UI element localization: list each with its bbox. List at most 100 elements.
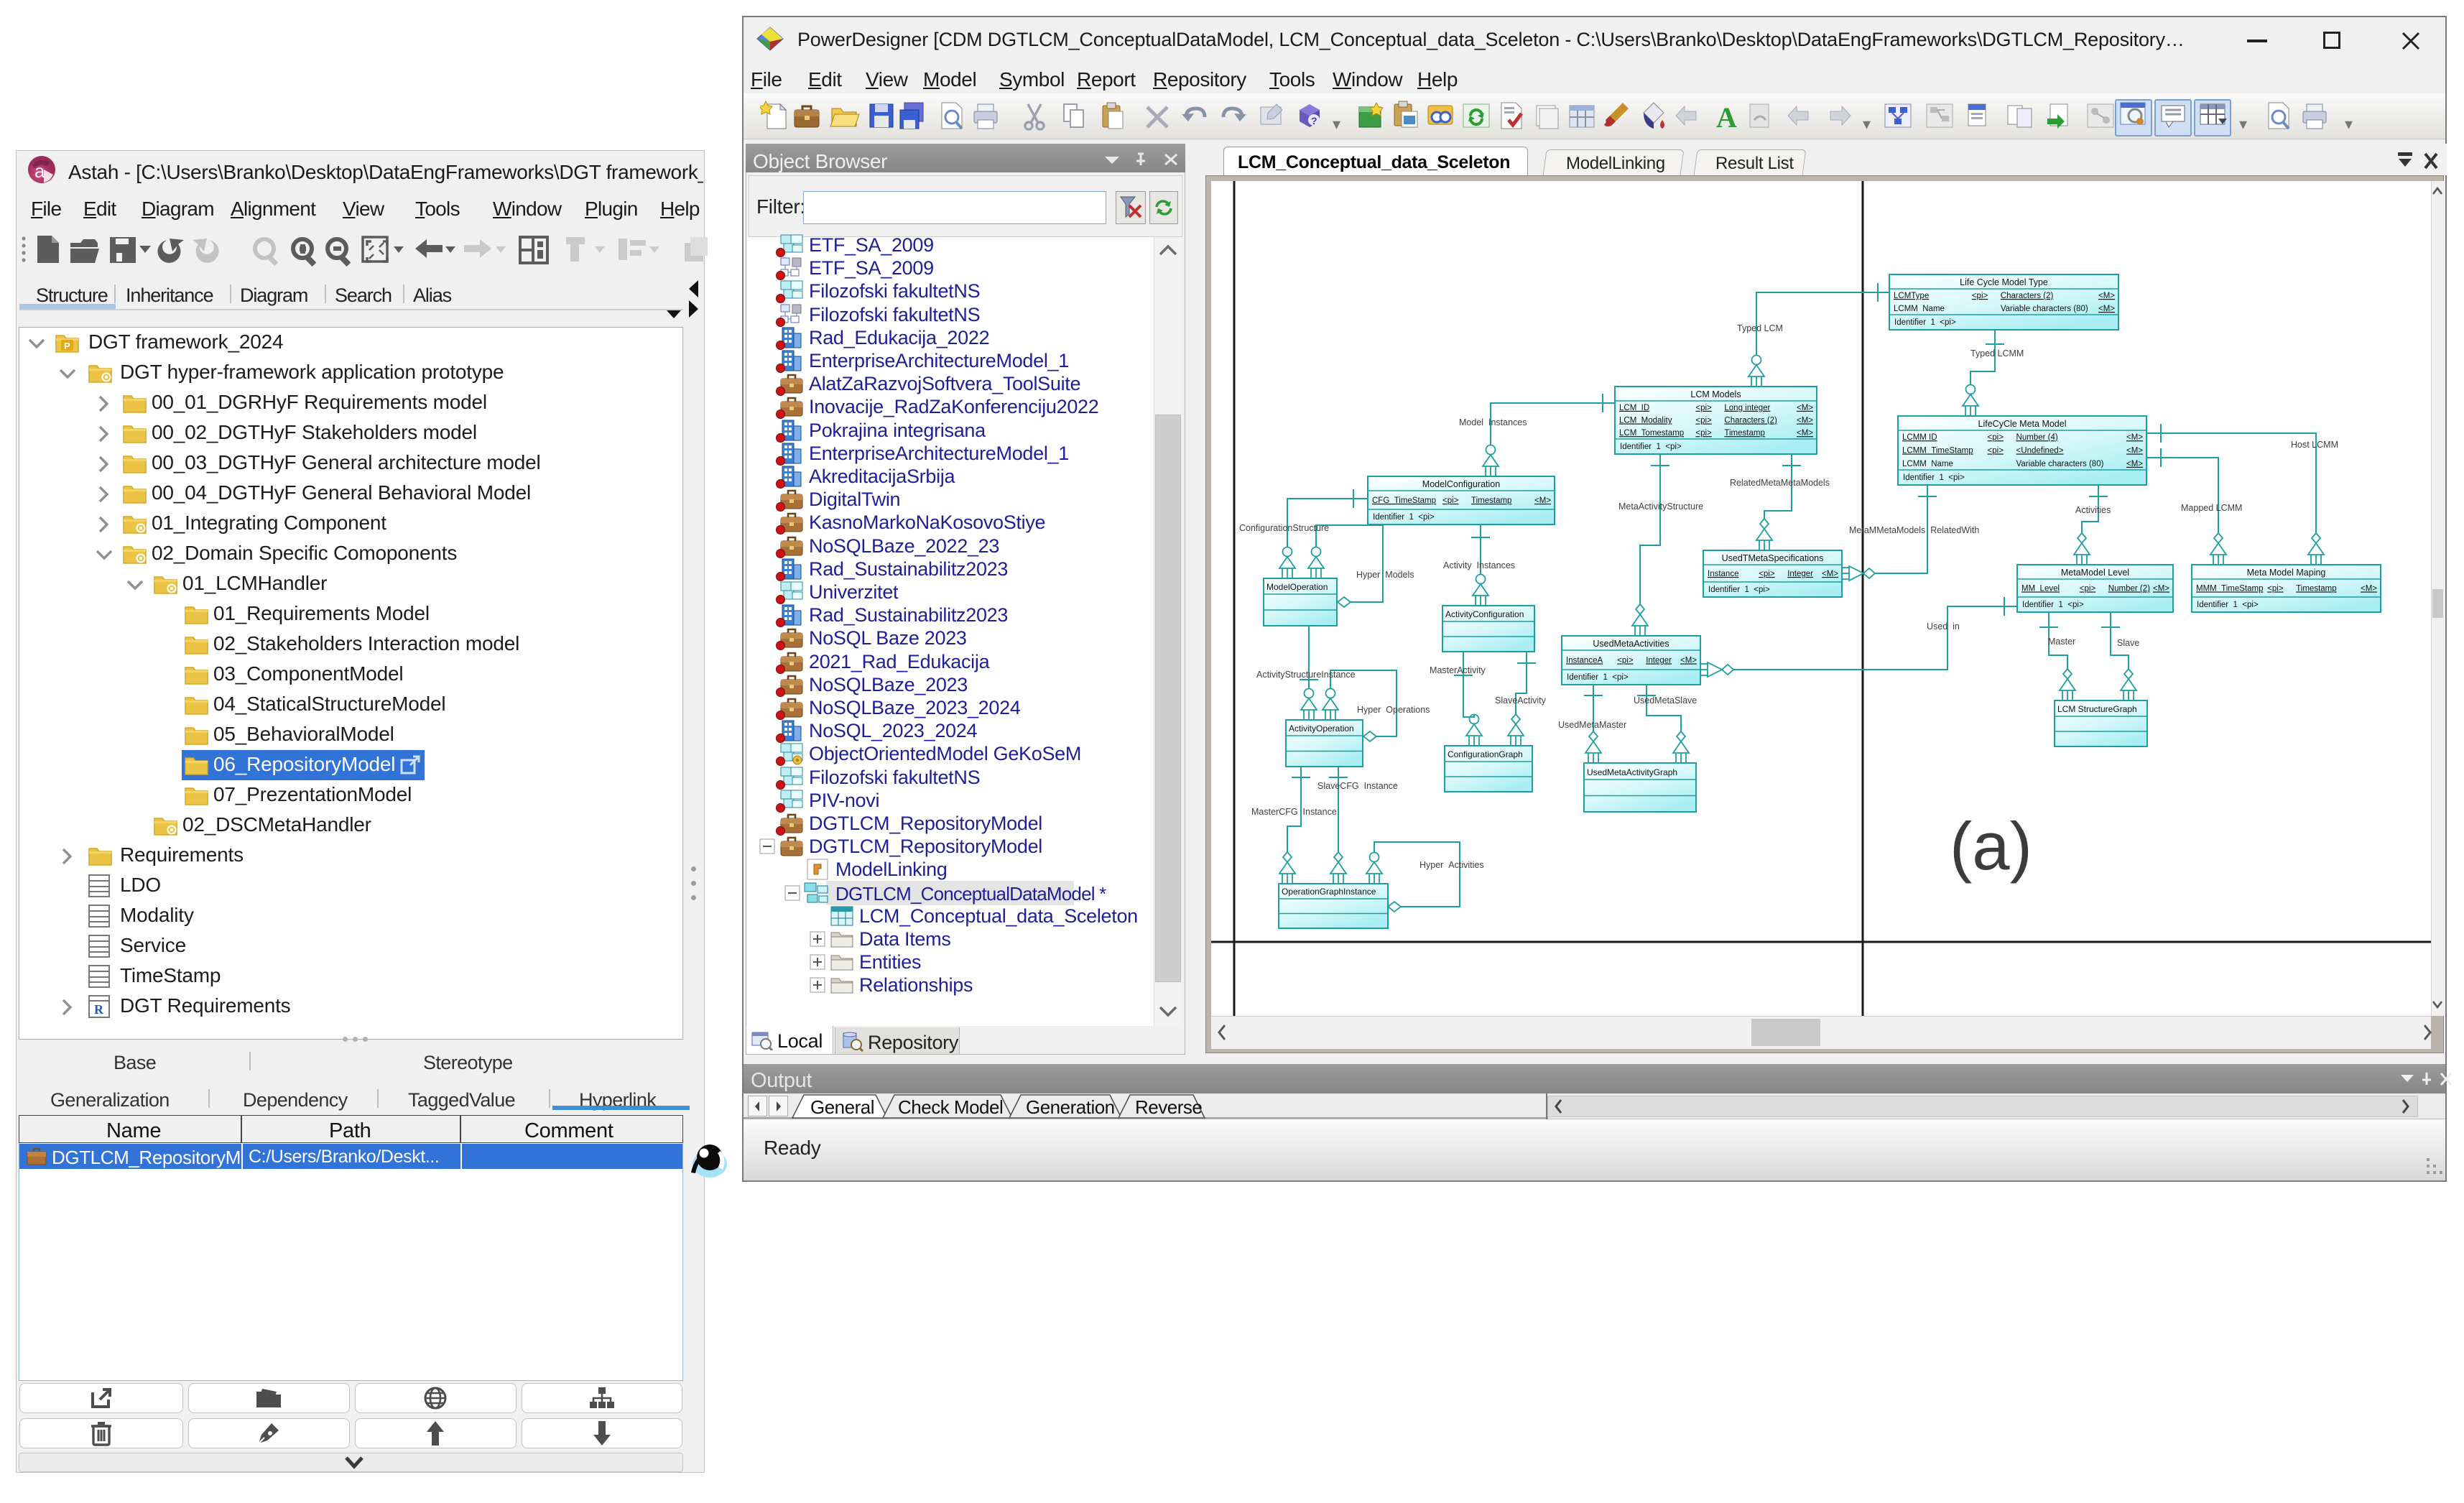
- svg-text:Identifier 1 <pi>: Identifier 1 <pi>: [1373, 513, 1435, 522]
- svg-text:ConfigurationStructure: ConfigurationStructure: [1239, 523, 1329, 533]
- svg-text:LCMType: LCMType: [1894, 292, 1929, 300]
- svg-text:Identifier 1 <pi>: Identifier 1 <pi>: [1708, 586, 1770, 594]
- svg-text:Instance: Instance: [1708, 570, 1738, 578]
- svg-text:<pi>: <pi>: [2267, 585, 2284, 593]
- svg-text:Variable characters (80): Variable characters (80): [2016, 460, 2104, 468]
- svg-text:Timestamp: Timestamp: [1471, 496, 1511, 505]
- svg-text:Activity Instances: Activity Instances: [1443, 560, 1515, 570]
- svg-text:<pi>: <pi>: [1695, 417, 1712, 425]
- svg-text:<M>: <M>: [2126, 460, 2143, 468]
- svg-text:<M>: <M>: [2361, 585, 2377, 593]
- svg-text:Identifier 1 <pi>: Identifier 1 <pi>: [1903, 473, 1965, 482]
- svg-text:Identifier 1 <pi>: Identifier 1 <pi>: [1620, 443, 1682, 451]
- svg-text:<M>: <M>: [1797, 404, 1813, 412]
- svg-text:(a): (a): [1950, 808, 2032, 884]
- svg-text:Variable characters (80): Variable characters (80): [2001, 305, 2088, 313]
- svg-text:MasterCFG Instance: MasterCFG Instance: [1251, 807, 1337, 817]
- svg-text:SlaveActivity: SlaveActivity: [1495, 695, 1547, 706]
- svg-text:<M>: <M>: [2153, 585, 2169, 593]
- svg-text:Mapped LCMM: Mapped LCMM: [2181, 503, 2242, 513]
- svg-text:ConfigurationGraph: ConfigurationGraph: [1448, 749, 1523, 759]
- svg-text:<M>: <M>: [1797, 429, 1813, 438]
- svg-text:Hyper Models: Hyper Models: [1356, 570, 1414, 580]
- svg-text:Hyper Activities: Hyper Activities: [1419, 860, 1484, 870]
- svg-text:Identifier 1 <pi>: Identifier 1 <pi>: [2022, 601, 2084, 609]
- svg-text:<M>: <M>: [1797, 417, 1813, 425]
- svg-text:Number (4): Number (4): [2016, 433, 2058, 442]
- svg-text:Timestamp: Timestamp: [2296, 585, 2336, 593]
- svg-text:MM Level: MM Level: [2021, 585, 2060, 593]
- svg-text:MetaActivityStructure: MetaActivityStructure: [1618, 501, 1703, 512]
- svg-text:MetaModel Level: MetaModel Level: [2061, 568, 2129, 578]
- svg-text:Integer: Integer: [1787, 570, 1813, 578]
- svg-text:Master: Master: [2048, 637, 2075, 647]
- svg-text:<M>: <M>: [2126, 447, 2143, 455]
- svg-text:<pi>: <pi>: [1617, 657, 1634, 665]
- svg-text:<Undefined>: <Undefined>: [2016, 447, 2064, 455]
- svg-text:<pi>: <pi>: [1695, 429, 1712, 438]
- svg-text:Integer: Integer: [1646, 657, 1672, 665]
- svg-text:<pi>: <pi>: [1988, 447, 2004, 455]
- svg-text:<M>: <M>: [2098, 292, 2115, 300]
- svg-text:Characters (2): Characters (2): [2001, 292, 2054, 300]
- svg-text:Identifier 1 <pi>: Identifier 1 <pi>: [1567, 673, 1629, 682]
- svg-text:Characters (2): Characters (2): [1724, 417, 1777, 425]
- svg-text:Long integer: Long integer: [1724, 404, 1770, 412]
- svg-text:<pi>: <pi>: [1988, 433, 2004, 442]
- svg-text:Identifier 1 <pi>: Identifier 1 <pi>: [2197, 601, 2259, 609]
- svg-text:UsedTMetaSpecifications: UsedTMetaSpecifications: [1722, 553, 1824, 563]
- svg-text:Meta Model Maping: Meta Model Maping: [2247, 568, 2326, 578]
- svg-text:Typed LCMM: Typed LCMM: [1970, 348, 2024, 359]
- svg-text:Number (2): Number (2): [2108, 585, 2150, 593]
- svg-text:Slave: Slave: [2117, 638, 2139, 648]
- svg-text:<M>: <M>: [2126, 433, 2143, 442]
- svg-text:ActivityOperation: ActivityOperation: [1289, 723, 1354, 734]
- svg-text:UsedMetaMaster: UsedMetaMaster: [1558, 720, 1626, 730]
- svg-text:<pi>: <pi>: [2080, 585, 2096, 593]
- svg-text:Timestamp: Timestamp: [1724, 429, 1764, 438]
- svg-text:ModelOperation: ModelOperation: [1266, 582, 1328, 592]
- svg-text:LCM ID: LCM ID: [1619, 404, 1649, 412]
- svg-text:R: R: [94, 1002, 104, 1017]
- svg-text:Hyper Operations: Hyper Operations: [1357, 705, 1430, 715]
- svg-text:LCMM TimeStamp: LCMM TimeStamp: [1902, 447, 1973, 455]
- svg-text:Host LCMM: Host LCMM: [2291, 440, 2338, 450]
- svg-text:CFG TimeStamp: CFG TimeStamp: [1372, 496, 1436, 505]
- svg-text:MetaMMetaModels RelatedWith: MetaMMetaModels RelatedWith: [1849, 525, 1979, 535]
- svg-text:LCMM Name: LCMM Name: [1902, 460, 1953, 468]
- svg-text:LCMM ID: LCMM ID: [1902, 433, 1937, 442]
- svg-text:LCM Models: LCM Models: [1690, 389, 1741, 399]
- svg-text:Model Instances: Model Instances: [1459, 417, 1527, 427]
- svg-text:Activities: Activities: [2075, 505, 2111, 515]
- svg-text:ActivityStructureInstance: ActivityStructureInstance: [1256, 670, 1356, 680]
- svg-text:LCM Modality: LCM Modality: [1619, 417, 1672, 425]
- svg-text:Identifier 1 <pi>: Identifier 1 <pi>: [1894, 318, 1956, 327]
- svg-text:<pi>: <pi>: [1442, 496, 1459, 505]
- svg-text:LifeCyCle Meta Model: LifeCyCle Meta Model: [1978, 419, 2067, 429]
- svg-text:SlaveCFG Instance: SlaveCFG Instance: [1317, 781, 1398, 791]
- svg-text:ModelConfiguration: ModelConfiguration: [1422, 479, 1500, 489]
- svg-text:<M>: <M>: [1680, 657, 1697, 665]
- svg-text:<pi>: <pi>: [1972, 292, 1988, 300]
- svg-text:LCM StructureGraph: LCM StructureGraph: [2057, 704, 2137, 714]
- svg-text:a: a: [34, 160, 45, 182]
- svg-text:<M>: <M>: [1534, 496, 1551, 505]
- svg-text:P: P: [64, 341, 70, 351]
- svg-text:<pi>: <pi>: [1695, 404, 1712, 412]
- svg-text:OperationGraphInstance: OperationGraphInstance: [1282, 887, 1376, 897]
- svg-text:Life Cycle Model Type: Life Cycle Model Type: [1960, 277, 2048, 287]
- svg-text:MasterActivity: MasterActivity: [1430, 665, 1486, 675]
- svg-text:?: ?: [1311, 115, 1317, 126]
- svg-text:ActivityConfiguration: ActivityConfiguration: [1445, 609, 1524, 619]
- svg-text:<M>: <M>: [1822, 570, 1838, 578]
- svg-text:MMM TimeStamp: MMM TimeStamp: [2196, 585, 2264, 593]
- svg-text:Used in: Used in: [1927, 621, 1960, 632]
- svg-text:RelatedMetaMetaModels: RelatedMetaMetaModels: [1730, 478, 1830, 488]
- svg-text:LCMM Name: LCMM Name: [1894, 305, 1945, 313]
- svg-text:Typed LCM: Typed LCM: [1737, 323, 1783, 333]
- svg-text:UsedMetaActivityGraph: UsedMetaActivityGraph: [1587, 767, 1677, 777]
- svg-text:<pi>: <pi>: [1759, 570, 1775, 578]
- svg-text:A: A: [1716, 101, 1737, 133]
- svg-text:InstanceA: InstanceA: [1566, 657, 1603, 665]
- svg-text:UsedMetaSlave: UsedMetaSlave: [1634, 695, 1697, 706]
